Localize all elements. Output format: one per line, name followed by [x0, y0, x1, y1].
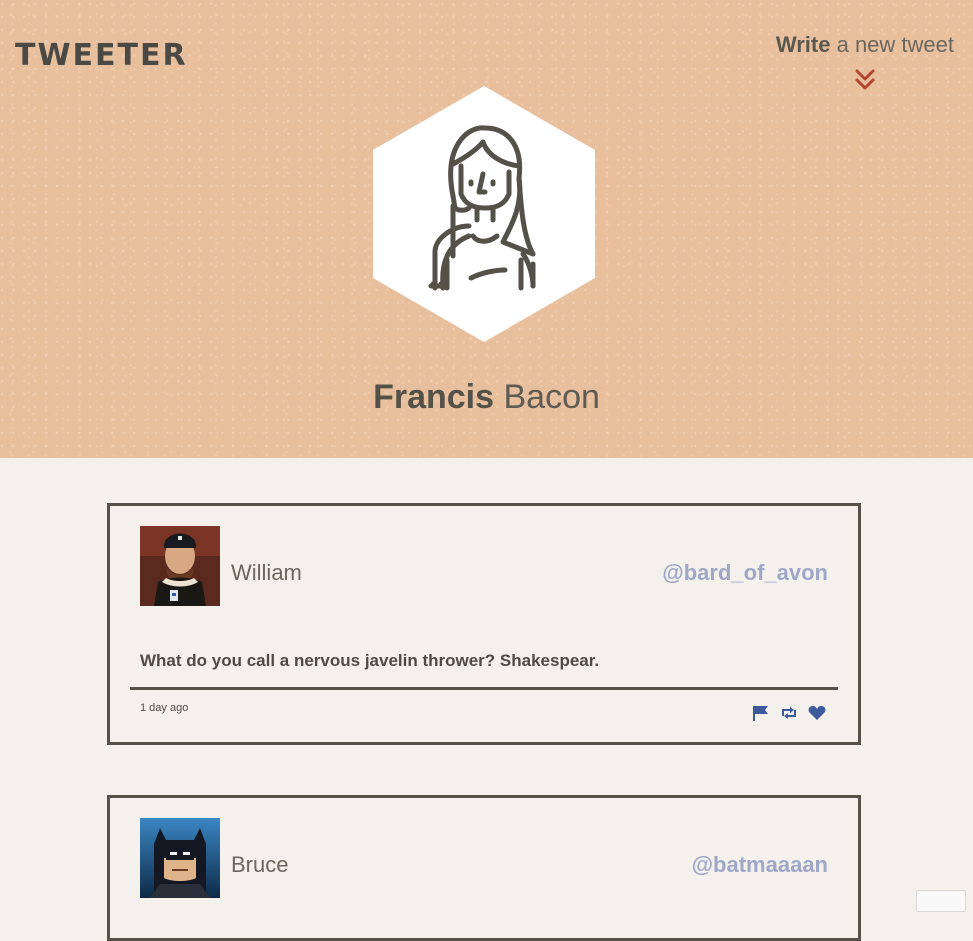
compose-link-bold: Write	[775, 32, 831, 57]
user-avatar-icon	[373, 86, 595, 342]
heart-icon[interactable]	[808, 705, 826, 721]
author-handle[interactable]: @batmaaaan	[692, 852, 828, 878]
write-tweet-link[interactable]: Write a new tweet	[776, 32, 954, 58]
flag-icon[interactable]	[752, 705, 770, 721]
app-logo[interactable]: TWEETER	[15, 38, 188, 73]
tweet-text: What do you call a nervous javelin throw…	[140, 651, 600, 670]
profile-first-name: Francis	[373, 378, 495, 416]
recaptcha-badge[interactable]	[916, 890, 966, 912]
tweet-card: William @bard_of_avon What do you call a…	[107, 503, 861, 745]
tweet-card: Bruce @batmaaaan	[107, 795, 861, 941]
compose-link-rest: a new tweet	[830, 32, 954, 57]
author-name: Bruce	[231, 852, 289, 877]
author-avatar[interactable]	[140, 526, 220, 606]
double-chevron-down-icon[interactable]	[854, 68, 876, 92]
profile-header: TWEETER Write a new tweet Francis Bacon	[0, 0, 973, 458]
profile-name: Francis Bacon	[0, 378, 973, 417]
retweet-icon[interactable]	[780, 705, 798, 721]
tweet-divider	[130, 687, 838, 690]
profile-last-name: Bacon	[494, 378, 600, 416]
author-handle[interactable]: @bard_of_avon	[662, 560, 828, 586]
author-name: William	[231, 560, 302, 585]
tweet-timestamp: 1 day ago	[140, 702, 189, 714]
tweet-actions	[752, 705, 826, 721]
author-avatar[interactable]	[140, 818, 220, 898]
